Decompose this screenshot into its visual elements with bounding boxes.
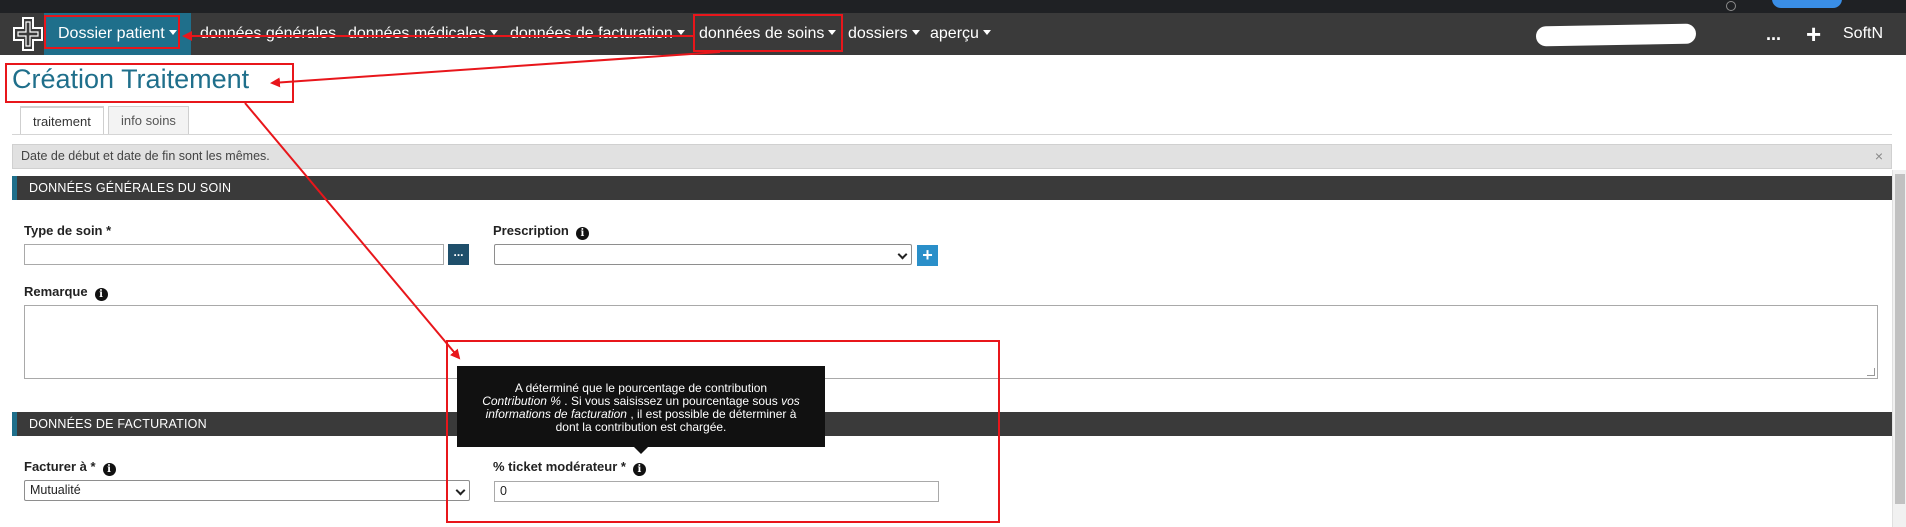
arrow-nav-to-title: [270, 51, 721, 88]
annotation-arrows: [182, 31, 721, 360]
arrow-title-to-tooltip: [244, 102, 461, 360]
app-window: Dossier patient données générales donnée…: [0, 0, 1906, 527]
